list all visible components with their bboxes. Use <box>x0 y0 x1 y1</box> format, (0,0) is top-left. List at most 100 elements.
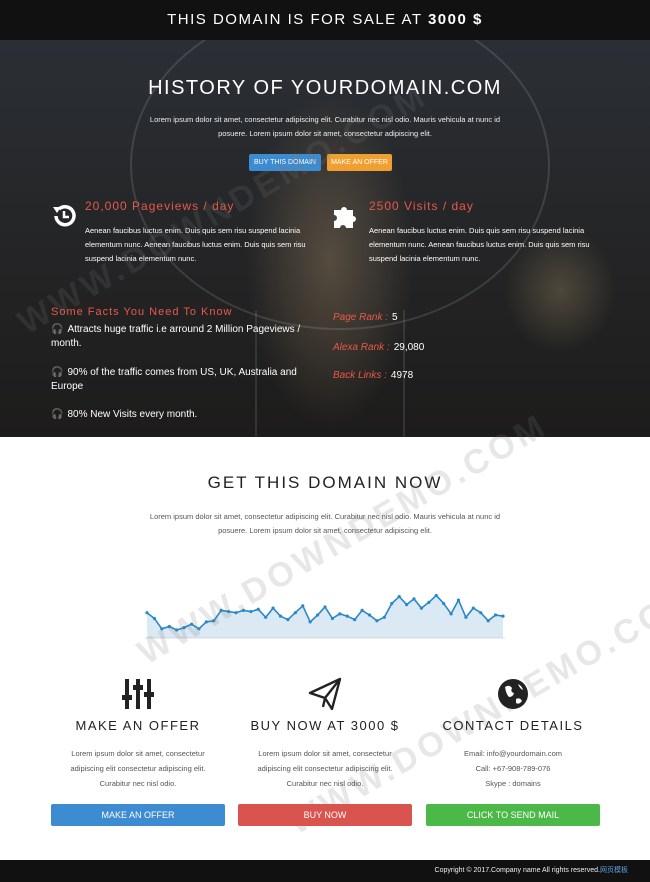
chart-point <box>501 614 505 618</box>
chart-point <box>271 606 275 610</box>
get-domain-title: GET THIS DOMAIN NOW <box>207 473 443 492</box>
chart-point <box>256 607 260 611</box>
chart-point <box>301 604 305 608</box>
make-offer-small-button[interactable]: MAKE AN OFFER <box>327 154 392 171</box>
chart-point <box>293 611 297 615</box>
buy-now-title: BUY NOW AT 3000 $ <box>250 718 400 733</box>
alexa-rank-value: 29,080 <box>393 342 425 353</box>
get-domain-subtitle: Lorem ipsum dolor sit amet, consectetur … <box>149 512 501 535</box>
chart-point <box>493 613 498 617</box>
chart-point <box>212 619 216 623</box>
chart-point <box>390 601 394 606</box>
page-rank-label: Page Rank : <box>333 312 389 323</box>
alexa-rank: Alexa Rank :29,080 <box>333 342 424 353</box>
chart-point <box>353 618 357 622</box>
chart-point <box>175 628 179 632</box>
footer-link[interactable]: 网页模板 <box>600 867 628 874</box>
contact-title: CONTACT DETAILS <box>442 718 584 733</box>
contact-skype: Skype : domains <box>485 779 541 788</box>
chart-point <box>464 615 468 619</box>
chart-area <box>147 595 503 638</box>
chart-point <box>145 611 149 615</box>
sale-banner-text: THIS DOMAIN IS FOR SALE AT <box>167 11 423 28</box>
chart-point <box>338 612 342 616</box>
visits-text: Aenean faucibus luctus enim. Duis quis s… <box>369 226 590 263</box>
visits-title: 2500 Visits / day <box>369 199 474 213</box>
chart-point <box>375 619 379 623</box>
chart-point <box>412 597 416 601</box>
sale-price: 3000 $ <box>427 11 483 28</box>
fact-item: 🎧 90% of the traffic comes from US, UK, A… <box>51 367 297 392</box>
chart-point <box>442 601 446 606</box>
chart-point <box>249 609 253 614</box>
page-rank: Page Rank :5 <box>333 312 398 323</box>
chart-point <box>219 608 223 612</box>
chart-point <box>315 613 320 617</box>
chart-point <box>449 612 453 616</box>
chart-point <box>160 627 164 631</box>
back-links-label: Back Links : <box>333 370 387 381</box>
chart-point <box>286 618 290 622</box>
chart-point <box>367 613 372 617</box>
chart-point <box>427 600 431 604</box>
chart-point <box>152 616 157 621</box>
history-icon <box>53 204 76 227</box>
chart-point <box>486 619 490 623</box>
chart-point <box>419 606 424 610</box>
chart-point <box>345 614 349 618</box>
chart-point <box>182 626 186 630</box>
make-offer-button[interactable]: MAKE AN OFFER <box>51 804 225 826</box>
chart-point <box>397 595 401 599</box>
chart-point <box>360 608 364 612</box>
pageviews-text: Aenean faucibus luctus enim. Duis quis s… <box>85 226 306 263</box>
contact-text: Email: info@yourdomain.com Call: +67-908… <box>423 746 603 791</box>
globe-icon <box>498 679 528 709</box>
footer: Copyright © 2017.Company name All rights… <box>0 860 650 882</box>
fact-item: 🎧 80% New Visits every month. <box>51 409 198 420</box>
chart-point <box>189 622 194 626</box>
hero-section: HISTORY OF YOURDOMAIN.COM Lorem ipsum do… <box>0 40 650 437</box>
chart-point <box>479 611 483 615</box>
back-links: Back Links :4978 <box>333 370 413 381</box>
make-offer-title: MAKE AN OFFER <box>75 718 201 733</box>
chart-point <box>204 620 208 624</box>
chart-point <box>382 615 386 619</box>
pageviews-title: 20,000 Pageviews / day <box>85 199 235 213</box>
chart-point <box>456 598 461 602</box>
chart-point <box>241 608 246 612</box>
buy-now-text: Lorem ipsum dolor sit amet, consectetur … <box>257 749 393 788</box>
chart-point <box>434 593 438 598</box>
headphones-icon: 🎧 <box>51 367 64 378</box>
hero-subtitle: Lorem ipsum dolor sit amet, consectetur … <box>149 115 501 138</box>
buy-now-button[interactable]: BUY NOW <box>238 804 412 826</box>
chart-point <box>234 611 238 615</box>
hero-title: HISTORY OF YOURDOMAIN.COM <box>148 77 502 99</box>
alexa-rank-label: Alexa Rank : <box>333 342 390 353</box>
make-offer-text: Lorem ipsum dolor sit amet, consectetur … <box>70 749 206 788</box>
chart-point <box>404 603 409 607</box>
copyright-text: Copyright © 2017.Company name All rights… <box>434 867 600 874</box>
chart-point <box>197 627 201 631</box>
contact-phone: Call: +67-908-789-076 <box>475 764 551 773</box>
send-mail-button[interactable]: CLICK TO SEND MAIL <box>426 804 600 826</box>
page-rank-value: 5 <box>392 312 398 323</box>
traffic-chart <box>145 593 505 639</box>
headphones-icon: 🎧 <box>51 409 64 420</box>
chart-point <box>323 605 327 609</box>
sale-banner: THIS DOMAIN IS FOR SALE AT 3000 $ <box>0 0 650 40</box>
back-links-value: 4978 <box>390 370 414 381</box>
paper-plane-icon <box>308 677 342 711</box>
puzzle-icon <box>334 207 356 228</box>
sliders-icon <box>122 679 154 709</box>
chart-point <box>167 624 171 629</box>
contact-email: Email: info@yourdomain.com <box>463 749 563 758</box>
chart-point <box>308 620 312 624</box>
chart-point <box>264 615 268 619</box>
facts-title: Some Facts You Need To Know <box>51 306 233 318</box>
headphones-icon: 🎧 <box>51 324 64 335</box>
chart-point <box>226 609 231 614</box>
chart-point <box>471 606 475 610</box>
fact-item: 🎧 Attracts huge traffic i.e arround 2 Mil… <box>51 324 301 349</box>
chart-point <box>330 616 335 621</box>
buy-domain-button[interactable]: BUY THIS DOMAIN <box>249 154 321 171</box>
